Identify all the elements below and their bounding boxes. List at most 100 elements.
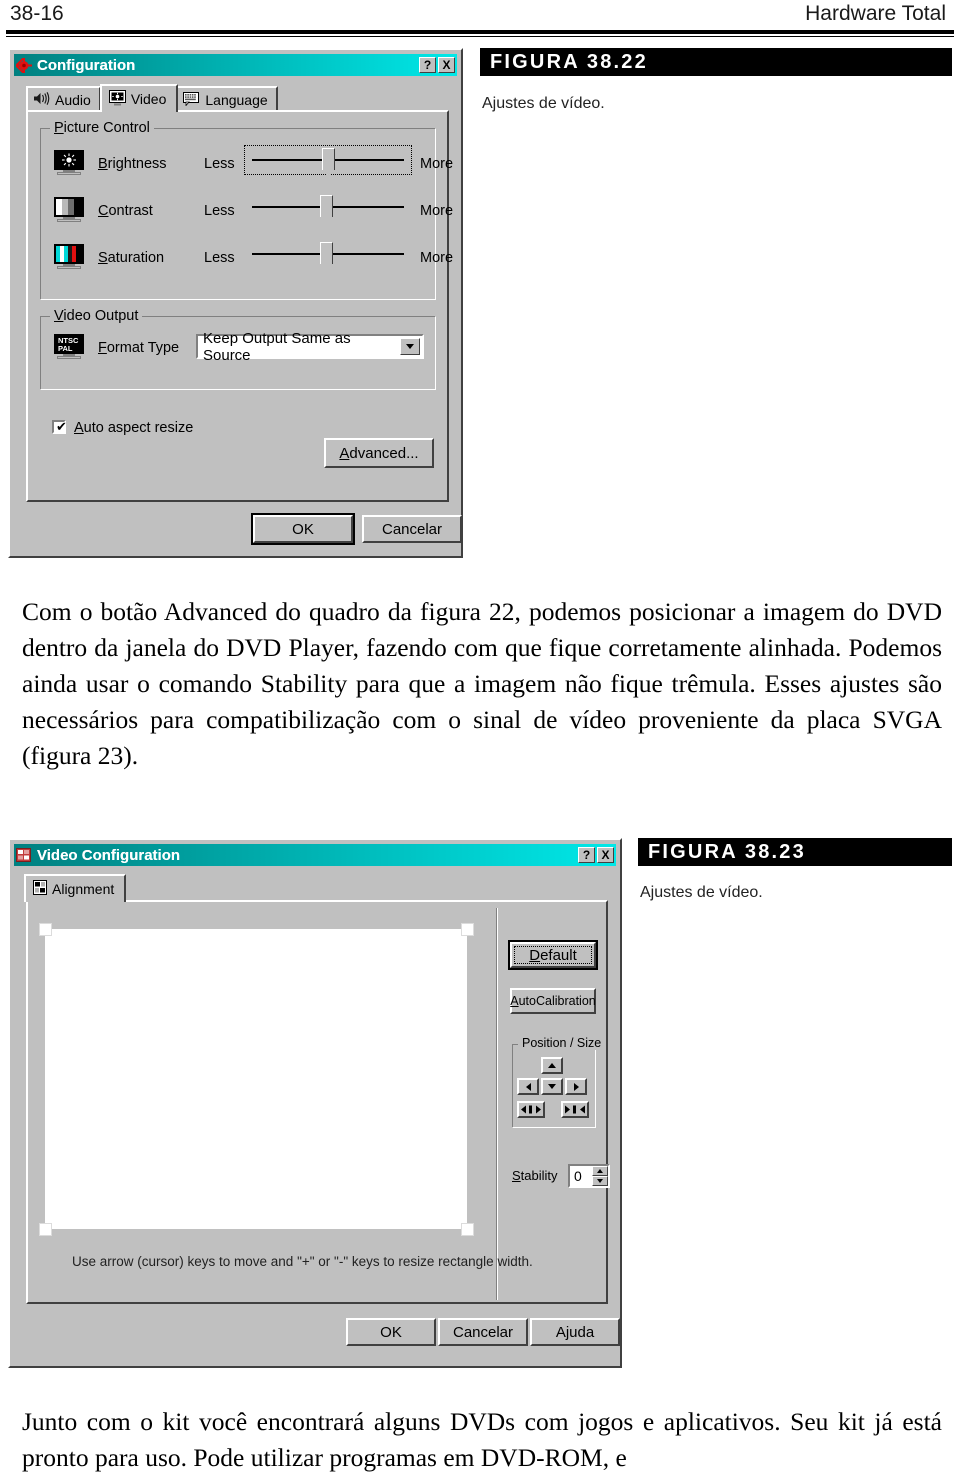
widen-button[interactable] <box>517 1101 545 1118</box>
format-type-label: Format Type <box>98 340 180 356</box>
alignment-icon <box>33 880 47 898</box>
stability-spinner-buttons[interactable] <box>592 1166 608 1186</box>
ntsc-pal-monitor-icon: NTSC PAL <box>54 334 84 360</box>
autocalibration-button[interactable]: AutoCalibration <box>510 988 596 1014</box>
figure-label-bar-22: FIGURA 38.22 <box>480 48 952 76</box>
auto-aspect-resize-checkbox[interactable]: ✔ <box>52 420 67 435</box>
close-icon[interactable]: X <box>597 847 614 863</box>
tab-language-label: Language <box>205 92 268 108</box>
alignment-preview-area[interactable] <box>45 929 467 1229</box>
page-number: 38-16 <box>10 2 64 25</box>
configuration-title: Configuration <box>37 56 136 74</box>
brightness-slider-thumb[interactable] <box>322 148 335 170</box>
resize-handle-top-left[interactable] <box>39 923 52 936</box>
picture-control-title: Picture Control <box>50 120 154 136</box>
auto-aspect-resize-label: Auto aspect resize <box>74 420 194 436</box>
position-size-title: Position / Size <box>518 1036 606 1050</box>
video-configuration-titlebar[interactable]: Video Configuration ? X <box>14 844 616 866</box>
contrast-label: Contrast <box>98 203 153 219</box>
checkmark-icon: ✔ <box>56 420 67 435</box>
configuration-titlebar[interactable]: Configuration ? X <box>14 54 457 76</box>
chevron-down-icon[interactable] <box>400 338 420 355</box>
video-configuration-dialog[interactable]: Video Configuration ? X Alignment Defaul… <box>8 838 622 1368</box>
saturation-label: Saturation <box>98 250 165 266</box>
saturation-monitor-icon <box>54 244 84 270</box>
contrast-min-label: Less <box>204 203 235 219</box>
autocalibration-button-label: AutoCalibration <box>510 994 596 1008</box>
figure-caption-22: Ajustes de vídeo. <box>482 95 605 112</box>
cancel-button[interactable]: Cancelar <box>438 1318 528 1346</box>
svg-text:PAL: PAL <box>58 344 73 352</box>
brightness-min-label: Less <box>204 156 235 172</box>
panel-divider-highlight <box>497 908 498 1300</box>
ok-button-label: OK <box>292 520 314 538</box>
configuration-tabstrip[interactable]: Audio Video Language <box>26 82 279 112</box>
stability-label: Stability <box>512 1168 558 1183</box>
ok-button[interactable]: OK <box>251 513 355 545</box>
paragraph-2: Junto com o kit você encontrará alguns D… <box>22 1407 942 1472</box>
contrast-slider-thumb[interactable] <box>320 195 333 217</box>
speaker-icon <box>33 92 50 108</box>
brightness-label: Brightness <box>98 156 167 172</box>
video-output-title: Video Output <box>50 308 143 324</box>
contrast-max-label: More <box>420 203 454 219</box>
gear-icon <box>14 55 32 75</box>
saturation-min-label: Less <box>204 250 235 266</box>
contrast-monitor-icon <box>54 197 84 223</box>
resize-handle-bottom-left[interactable] <box>39 1223 52 1236</box>
format-type-value: Keep Output Same as Source <box>203 329 351 364</box>
move-right-button[interactable] <box>565 1078 587 1095</box>
brightness-monitor-icon <box>54 150 84 176</box>
configuration-dialog[interactable]: Configuration ? X Audio Video Language P… <box>8 48 463 558</box>
help-button[interactable]: ? <box>419 57 436 73</box>
resize-handle-top-right[interactable] <box>461 923 474 936</box>
tab-alignment[interactable]: Alignment <box>24 874 127 902</box>
format-type-combobox[interactable]: Keep Output Same as Source <box>196 330 424 364</box>
saturation-slider-thumb[interactable] <box>320 242 333 264</box>
saturation-max-label: More <box>420 250 454 266</box>
header-rule-thin <box>6 36 954 37</box>
close-icon[interactable]: X <box>438 57 455 73</box>
figure-label-22: FIGURA 38.22 <box>490 50 648 73</box>
advanced-button-label: Advanced... <box>339 444 419 462</box>
figure-label-bar-23: FIGURA 38.23 <box>638 838 952 866</box>
monitor-icon <box>108 89 126 109</box>
stability-increment-icon[interactable] <box>592 1166 608 1176</box>
configuration-titlebar-buttons[interactable]: ? X <box>419 57 457 73</box>
ok-button-label: OK <box>380 1323 402 1341</box>
alignment-hint-text: Use arrow (cursor) keys to move and "+" … <box>72 1254 533 1269</box>
focus-rect <box>514 946 592 964</box>
stability-value[interactable]: 0 <box>570 1166 592 1186</box>
cancel-button-label: Cancelar <box>381 520 443 538</box>
move-up-button[interactable] <box>541 1057 563 1074</box>
narrow-button[interactable] <box>561 1101 589 1118</box>
paragraph-1: Com o botão Advanced do quadro da figura… <box>22 597 942 770</box>
figure-label-23: FIGURA 38.23 <box>648 840 806 863</box>
page-header: 38-16 Hardware Total <box>0 0 960 40</box>
book-title: Hardware Total <box>805 2 946 25</box>
alignment-icon <box>16 847 32 863</box>
video-tab-page: Picture Control Brightness Less More Con… <box>26 110 453 502</box>
resize-handle-bottom-right[interactable] <box>461 1223 474 1236</box>
tab-language[interactable]: Language <box>176 86 278 112</box>
advanced-button[interactable]: Advanced... <box>324 438 434 468</box>
default-button[interactable]: Default <box>508 940 598 970</box>
stability-spinner[interactable]: 0 <box>568 1164 610 1188</box>
help-button[interactable]: ? <box>578 847 595 863</box>
video-configuration-titlebar-buttons[interactable]: ? X <box>578 847 616 863</box>
video-configuration-title: Video Configuration <box>37 846 181 864</box>
tab-video[interactable]: Video <box>99 84 179 112</box>
cancel-button-label: Cancelar <box>452 1323 514 1341</box>
video-configuration-tabstrip[interactable]: Alignment <box>24 872 127 902</box>
header-rule <box>6 30 954 34</box>
move-down-button[interactable] <box>541 1078 563 1095</box>
ok-button[interactable]: OK <box>346 1318 436 1346</box>
tab-alignment-label: Alignment <box>52 881 115 897</box>
tab-audio[interactable]: Audio <box>26 86 101 112</box>
stability-decrement-icon[interactable] <box>592 1176 608 1186</box>
move-left-button[interactable] <box>517 1078 539 1095</box>
tab-video-label: Video <box>130 91 167 107</box>
cancel-button[interactable]: Cancelar <box>362 515 462 543</box>
help-button[interactable]: Ajuda <box>530 1318 620 1346</box>
figure-caption-23: Ajustes de vídeo. <box>640 884 763 901</box>
